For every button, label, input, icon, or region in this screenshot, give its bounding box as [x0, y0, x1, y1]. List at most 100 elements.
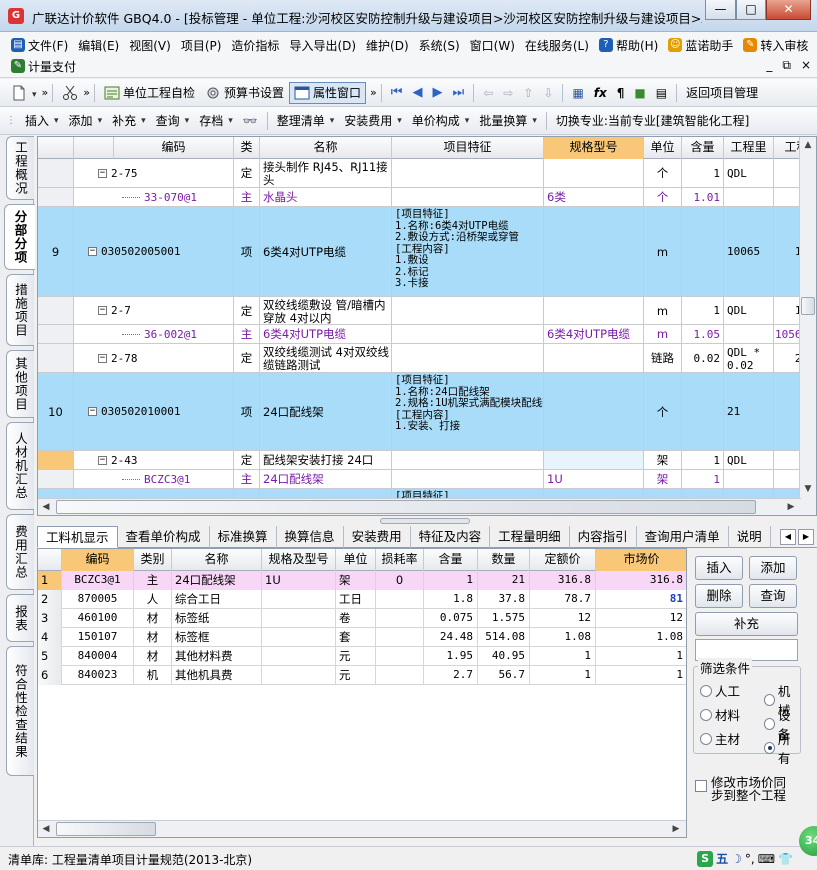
bill-cell-unitq[interactable]: [724, 325, 774, 343]
bill-header-4[interactable]: 名称: [260, 137, 392, 159]
resource-cell-num[interactable]: 56.7: [478, 666, 530, 685]
bill-cell-code[interactable]: −2-78: [74, 344, 234, 372]
bill-cell-feature[interactable]: [392, 188, 544, 206]
resource-cell-name[interactable]: 其他机具费: [172, 666, 262, 685]
resource-header-7[interactable]: 含量: [424, 549, 478, 571]
cube-button[interactable]: ■: [629, 82, 650, 104]
resource-cell-rn[interactable]: 3: [38, 609, 62, 628]
bill-cell-name[interactable]: 24口配线架: [260, 470, 392, 488]
resource-cell-num[interactable]: 514.08: [478, 628, 530, 647]
resource-cell-qty[interactable]: 0.075: [424, 609, 478, 628]
resource-cell-kind[interactable]: 材: [134, 628, 172, 647]
bill-cell-spec[interactable]: 6类4对UTP电缆: [544, 325, 644, 343]
resource-cell-loss[interactable]: [376, 647, 424, 666]
detail-tab-6[interactable]: 工程量明细: [490, 526, 570, 548]
resource-cell-spec[interactable]: [262, 666, 336, 685]
bill-cell-spec[interactable]: [544, 297, 644, 324]
supplement-button[interactable]: 补充: [695, 612, 798, 636]
side-tab-5[interactable]: 费用汇总: [6, 514, 34, 590]
bill-cell-code[interactable]: −030502010001: [74, 373, 234, 450]
scroll-thumb[interactable]: [801, 297, 815, 315]
sogou-ime-icon[interactable]: S: [697, 850, 714, 867]
bill-row[interactable]: 10−030502010001 项 24口配线架 [项目特征] 1.名称:24口配线架…: [38, 373, 816, 451]
bill-cell-kind[interactable]: 定: [234, 159, 260, 187]
scroll-right-icon[interactable]: ▶: [668, 821, 684, 837]
punctuation-icon[interactable]: °,: [745, 852, 755, 866]
maximize-button[interactable]: □: [736, 0, 766, 20]
resource-cell-quota_price[interactable]: 1: [530, 666, 596, 685]
query-button[interactable]: 查询: [749, 584, 797, 608]
menu-item-1[interactable]: 编辑(E): [73, 35, 124, 55]
bill-grid-vscroll[interactable]: ▲ ▼: [799, 137, 816, 515]
menu-item-10[interactable]: ? 帮助(H): [594, 35, 663, 55]
bill-cell-kind[interactable]: 定: [234, 344, 260, 372]
bill-cell-name[interactable]: 水晶头: [260, 188, 392, 206]
delete-button[interactable]: 删除: [695, 584, 743, 608]
resource-header-2[interactable]: 类别: [134, 549, 172, 571]
resource-cell-loss[interactable]: 0: [376, 571, 424, 590]
bill-cell-kind[interactable]: 定: [234, 451, 260, 469]
bill-cell-spec[interactable]: [544, 451, 644, 469]
bill-cell-code[interactable]: −2-43: [74, 451, 234, 469]
resource-header-6[interactable]: 损耗率: [376, 549, 424, 571]
resource-row[interactable]: 5 840004 材其他材料费元 1.95 40.95 1 1: [38, 647, 686, 666]
bill-cell-unit[interactable]: 个: [644, 373, 682, 450]
bill-cell-unit[interactable]: 架: [644, 451, 682, 469]
resource-cell-spec[interactable]: [262, 647, 336, 666]
menu-item-11[interactable]: ☺ 蓝诺助手: [663, 35, 738, 55]
organize-list-menu[interactable]: 整理清单: [272, 110, 340, 132]
bill-cell-unit[interactable]: 个: [644, 159, 682, 187]
menu-measure-payment[interactable]: ✎ 计量支付: [6, 56, 81, 76]
side-tab-4[interactable]: 人材机汇总: [6, 422, 34, 510]
filter-radio-5[interactable]: 所有: [764, 729, 800, 767]
query-menu[interactable]: 查询: [151, 110, 195, 132]
move-down-button[interactable]: ⇩: [538, 82, 558, 104]
bill-cell-kind[interactable]: 项: [234, 373, 260, 450]
bill-cell-spec[interactable]: [544, 159, 644, 187]
side-tab-2[interactable]: 措施项目: [6, 274, 34, 346]
resource-cell-spec[interactable]: 1U: [262, 571, 336, 590]
budget-settings-button[interactable]: 预算书设置: [200, 82, 289, 104]
bill-cell-unitq[interactable]: QDL: [724, 451, 774, 469]
resource-cell-quota_price[interactable]: 1.08: [530, 628, 596, 647]
tree-collapse-icon[interactable]: −: [98, 353, 107, 363]
bill-cell-unitq[interactable]: 10065: [724, 207, 774, 296]
bill-cell-feature[interactable]: [392, 159, 544, 187]
bill-cell-qty[interactable]: 1: [682, 451, 724, 469]
resource-cell-num[interactable]: 37.8: [478, 590, 530, 609]
resource-cell-qty[interactable]: 24.48: [424, 628, 478, 647]
resource-cell-num[interactable]: 40.95: [478, 647, 530, 666]
document-button[interactable]: ▤: [651, 82, 672, 104]
binoculars-button[interactable]: 👓: [238, 110, 263, 132]
bill-cell-qty[interactable]: [682, 373, 724, 450]
resource-cell-market[interactable]: 1.08: [596, 628, 686, 647]
self-check-button[interactable]: 单位工程自检: [99, 82, 200, 104]
bill-cell-code[interactable]: 33-070@1: [74, 188, 234, 206]
detail-tab-2[interactable]: 标准换算: [210, 526, 277, 548]
resource-header-8[interactable]: 数量: [478, 549, 530, 571]
resource-row[interactable]: 2 870005 人综合工日 工日 1.8 37.8 78.7 81: [38, 590, 686, 609]
unit-price-menu[interactable]: 单价构成: [407, 110, 475, 132]
bill-header-8[interactable]: 含量: [682, 137, 724, 159]
resource-cell-num[interactable]: 1.575: [478, 609, 530, 628]
ime-mode-label[interactable]: 五: [716, 850, 728, 867]
bill-cell-unitq[interactable]: QDL: [724, 297, 774, 324]
resource-cell-rn[interactable]: 2: [38, 590, 62, 609]
resource-cell-name[interactable]: 标签框: [172, 628, 262, 647]
filter-radio-2[interactable]: 材料: [700, 705, 740, 724]
resource-header-0[interactable]: [38, 549, 62, 571]
moon-icon[interactable]: ☽: [731, 852, 742, 866]
resource-cell-rn[interactable]: 1: [38, 571, 62, 590]
bill-row[interactable]: 33-070@1主水晶头6类个1.01303: [38, 188, 816, 207]
side-tab-0[interactable]: 工程概况: [6, 136, 34, 200]
resource-header-3[interactable]: 名称: [172, 549, 262, 571]
bill-cell-qty[interactable]: 1.01: [682, 188, 724, 206]
bill-cell-unitq[interactable]: QDL: [724, 159, 774, 187]
resource-cell-kind[interactable]: 机: [134, 666, 172, 685]
resource-cell-kind[interactable]: 材: [134, 609, 172, 628]
resource-cell-code[interactable]: 870005: [62, 590, 134, 609]
resource-cell-kind[interactable]: 材: [134, 647, 172, 666]
resource-header-5[interactable]: 单位: [336, 549, 376, 571]
resource-grid-hscroll[interactable]: ◀ ▶: [38, 820, 686, 837]
bill-cell-code[interactable]: −030502005001: [74, 207, 234, 296]
